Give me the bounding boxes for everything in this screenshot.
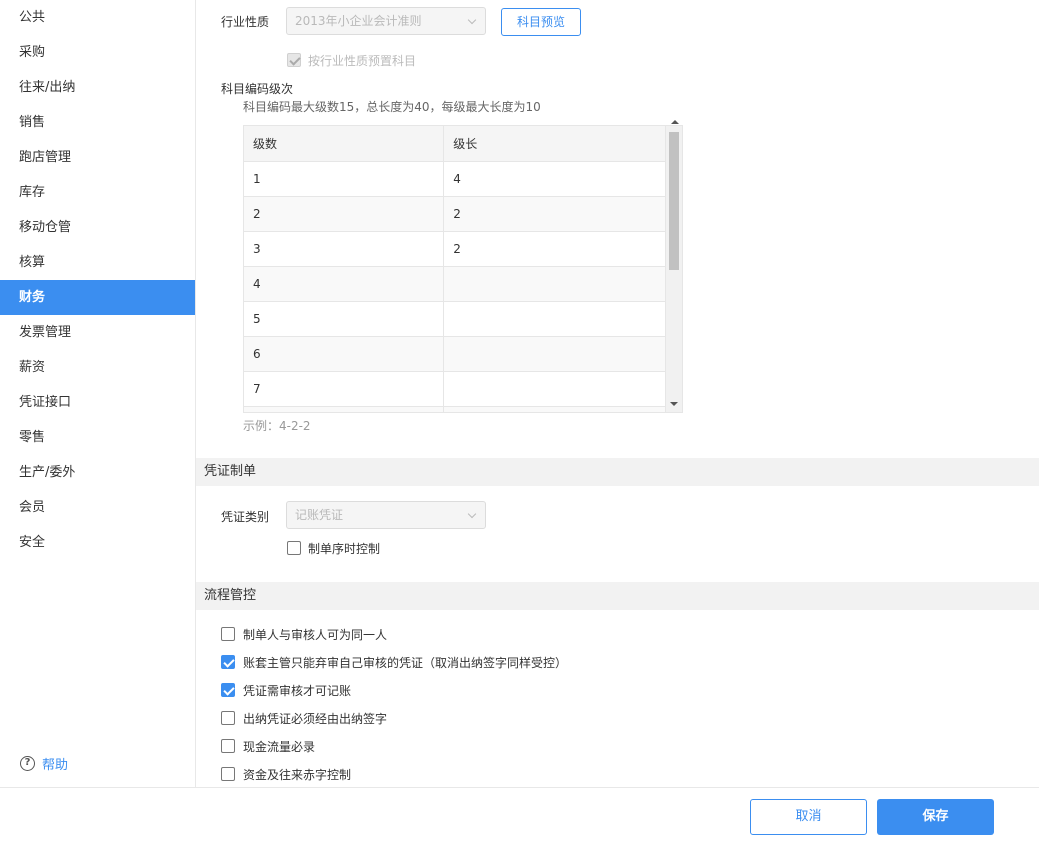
supervisor-unaudit-checkbox[interactable] — [221, 655, 235, 669]
cashflow-required-checkbox[interactable] — [221, 739, 235, 753]
supervisor-unaudit-label: 账套主管只能弃审自己审核的凭证（取消出纳签字同样受控） — [243, 656, 568, 670]
sidebar-item-invoice[interactable]: 发票管理 — [0, 315, 195, 350]
same-person-checkbox[interactable] — [221, 627, 235, 641]
help-label: 帮助 — [42, 758, 69, 773]
table-cell-length[interactable] — [443, 371, 666, 407]
scroll-up-icon[interactable] — [671, 120, 679, 124]
deficit-control-checkbox[interactable] — [221, 767, 235, 781]
sidebar-item-accounting[interactable]: 核算 — [0, 245, 195, 280]
table-cell-level: 3 — [244, 231, 445, 267]
cashier-sign-label: 出纳凭证必须经由出纳签字 — [243, 712, 388, 726]
deficit-control-label: 资金及往来赤字控制 — [243, 768, 352, 782]
table-cell-length[interactable] — [443, 301, 666, 337]
table-cell-level: 1 — [244, 161, 445, 197]
table-cell-level — [244, 406, 445, 412]
voucher-type-label: 凭证类别 — [221, 510, 270, 524]
sidebar-item-voucher-interface[interactable]: 凭证接口 — [0, 385, 195, 420]
voucher-type-select[interactable]: 记账凭证 — [286, 501, 486, 529]
audit-before-post-label: 凭证需审核才可记账 — [243, 684, 352, 698]
question-circle-icon: ? — [20, 756, 35, 771]
table-cell-length[interactable] — [443, 336, 666, 372]
sidebar-item-purchase[interactable]: 采购 — [0, 35, 195, 70]
sidebar-item-common[interactable]: 公共 — [0, 0, 195, 35]
table-cell-level: 5 — [244, 301, 445, 337]
table-row: 5 — [244, 301, 666, 337]
table-cell-level: 4 — [244, 266, 445, 302]
table-cell-length — [443, 406, 666, 412]
cancel-button[interactable]: 取消 — [750, 799, 867, 835]
coding-title: 科目编码级次 — [221, 82, 294, 96]
cashflow-required-label: 现金流量必录 — [243, 740, 316, 754]
sidebar-item-sales[interactable]: 销售 — [0, 105, 195, 140]
chevron-down-icon — [467, 509, 477, 519]
table-cell-level: 2 — [244, 196, 445, 232]
table-cell-level: 6 — [244, 336, 445, 372]
coding-example: 示例：4-2-2 — [243, 419, 311, 433]
table-cell-level: 7 — [244, 371, 445, 407]
help-link[interactable]: ? 帮助 — [20, 754, 68, 773]
voucher-section-header: 凭证制单 — [196, 458, 1039, 486]
table-row — [244, 406, 666, 412]
save-button[interactable]: 保存 — [877, 799, 994, 835]
time-control-label: 制单序时控制 — [308, 542, 381, 556]
sidebar-item-retail[interactable]: 零售 — [0, 420, 195, 455]
table-cell-length[interactable] — [443, 266, 666, 302]
same-person-label: 制单人与审核人可为同一人 — [243, 628, 388, 642]
process-section-header: 流程管控 — [196, 582, 1039, 610]
sidebar-item-mobile-warehouse[interactable]: 移动仓管 — [0, 210, 195, 245]
industry-select[interactable]: 2013年小企业会计准则 — [286, 7, 486, 35]
table-scrollbar[interactable] — [665, 126, 682, 412]
table-cell-length[interactable]: 4 — [443, 161, 666, 197]
table-row: 4 — [244, 266, 666, 302]
sidebar: 公共 采购 往来/出纳 销售 跑店管理 库存 移动仓管 核算 财务 发票管理 薪… — [0, 0, 196, 787]
industry-select-value: 2013年小企业会计准则 — [295, 14, 422, 28]
table-row: 7 — [244, 371, 666, 407]
sidebar-item-finance[interactable]: 财务 — [0, 280, 195, 315]
footer-bar: 取消 保存 — [0, 787, 1039, 841]
preset-accounts-label: 按行业性质预置科目 — [308, 54, 417, 68]
sidebar-item-inventory[interactable]: 库存 — [0, 175, 195, 210]
table-cell-length[interactable]: 2 — [443, 231, 666, 267]
preset-accounts-checkbox[interactable] — [287, 53, 301, 67]
voucher-type-value: 记账凭证 — [295, 508, 344, 522]
table-row: 2 2 — [244, 196, 666, 232]
audit-before-post-checkbox[interactable] — [221, 683, 235, 697]
sidebar-item-production[interactable]: 生产/委外 — [0, 455, 195, 490]
cashier-sign-checkbox[interactable] — [221, 711, 235, 725]
main-content: 行业性质 2013年小企业会计准则 科目预览 按行业性质预置科目 科目编码级次 … — [196, 0, 1039, 787]
coding-hint: 科目编码最大级数15，总长度为40，每级最大长度为10 — [243, 100, 541, 114]
sidebar-item-store-visit[interactable]: 跑店管理 — [0, 140, 195, 175]
scrollbar-thumb[interactable] — [669, 132, 679, 270]
table-row: 6 — [244, 336, 666, 372]
table-row: 1 4 — [244, 161, 666, 197]
account-preview-button[interactable]: 科目预览 — [501, 8, 581, 36]
table-header-length: 级长 — [443, 126, 666, 162]
sidebar-item-payroll[interactable]: 薪资 — [0, 350, 195, 385]
time-control-checkbox[interactable] — [287, 541, 301, 555]
industry-label: 行业性质 — [221, 15, 270, 29]
sidebar-item-member[interactable]: 会员 — [0, 490, 195, 525]
table-row: 3 2 — [244, 231, 666, 267]
sidebar-item-receivables-cashier[interactable]: 往来/出纳 — [0, 70, 195, 105]
chevron-down-icon — [467, 15, 477, 25]
table-cell-length[interactable]: 2 — [443, 196, 666, 232]
scroll-down-icon[interactable] — [670, 402, 678, 406]
table-header-level: 级数 — [244, 126, 445, 162]
sidebar-item-security[interactable]: 安全 — [0, 525, 195, 560]
coding-level-table: 级数 级长 1 4 2 2 3 2 4 5 6 7 — [243, 125, 683, 413]
